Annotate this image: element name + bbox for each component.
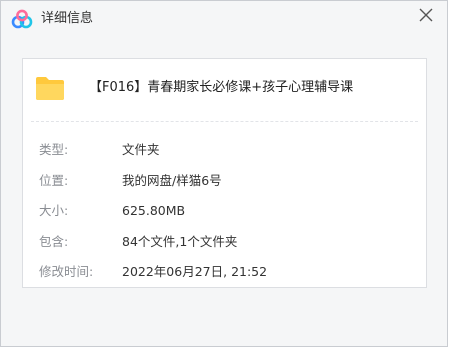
property-row-modified: 修改时间: 2022年06月27日, 21:52: [39, 263, 419, 294]
size-label: 大小:: [39, 203, 69, 218]
property-row-location: 位置: 我的网盘/样猫6号: [39, 172, 419, 203]
property-row-size: 大小: 625.80MB: [39, 202, 419, 233]
close-icon: [419, 8, 433, 22]
details-dialog: 详细信息 【F016】青春期家长必修课+孩子心理辅导课 类型: 文件夹 位置: …: [0, 0, 448, 347]
divider: [31, 121, 418, 122]
location-label: 位置:: [39, 172, 69, 188]
modified-value: 2022年06月27日, 21:52: [122, 264, 268, 279]
type-value: 文件夹: [122, 142, 160, 157]
modified-label: 修改时间:: [39, 264, 94, 279]
cloud-logo-icon: [11, 9, 33, 29]
title-bar: 详细信息: [1, 1, 447, 37]
size-value: 625.80MB: [122, 203, 186, 218]
details-panel: 【F016】青春期家长必修课+孩子心理辅导课 类型: 文件夹 位置: 我的网盘/…: [22, 58, 427, 288]
contains-label: 包含:: [39, 233, 69, 249]
close-button[interactable]: [411, 3, 441, 29]
location-value: 我的网盘/样猫6号: [122, 172, 222, 188]
property-row-contains: 包含: 84个文件,1个文件夹: [39, 233, 419, 264]
properties-list: 类型: 文件夹 位置: 我的网盘/样猫6号 大小: 625.80MB 包含: 8…: [39, 141, 419, 294]
file-name: 【F016】青春期家长必修课+孩子心理辅导课: [89, 80, 354, 95]
contains-value: 84个文件,1个文件夹: [122, 233, 238, 249]
property-row-type: 类型: 文件夹: [39, 141, 419, 172]
folder-icon: [35, 75, 65, 101]
type-label: 类型:: [39, 142, 69, 157]
dialog-title: 详细信息: [41, 11, 94, 26]
